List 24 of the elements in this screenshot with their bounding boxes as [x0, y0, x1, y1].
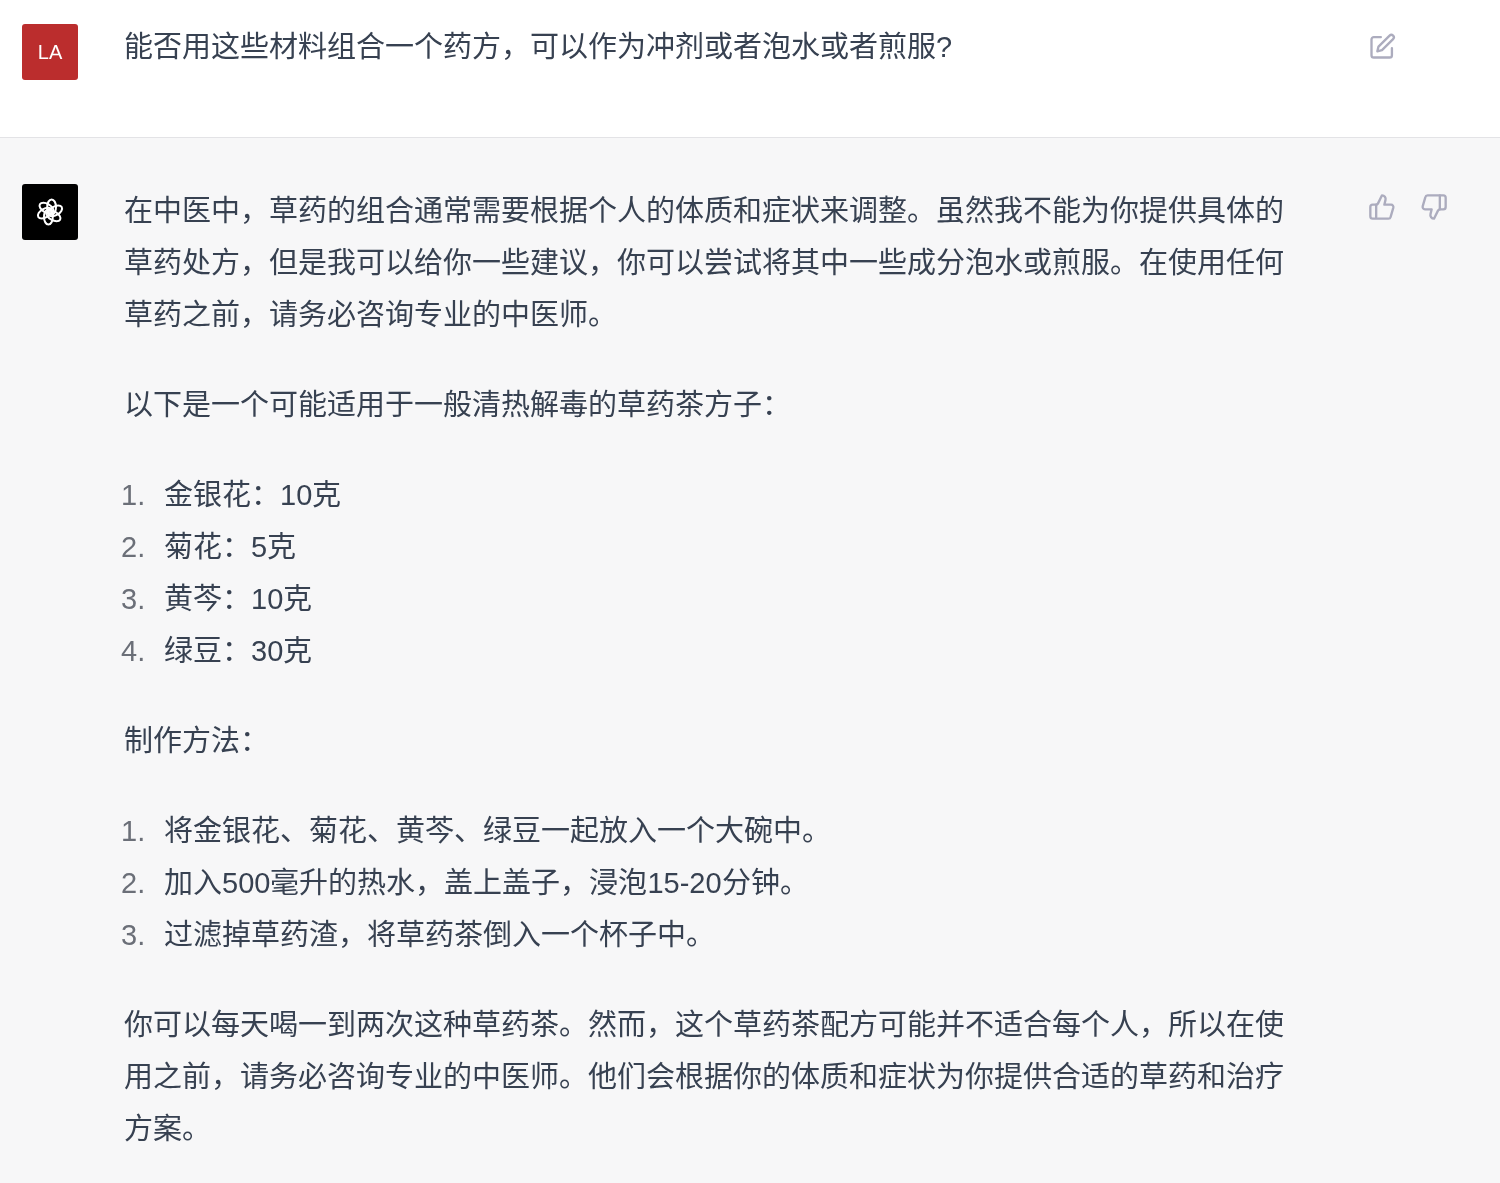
paragraph: 你可以每天喝一到两次这种草药茶。然而，这个草药茶配方可能并不适合每个人，所以在使用之前，请务必咨询专业的中医师。他们会根据你的体质和症状为你提供合适的草药和治疗方案。 — [124, 1008, 1285, 1147]
paragraph: 以下是一个可能适用于一般清热解毒的草药茶方子： — [124, 388, 792, 423]
edit-icon[interactable] — [1368, 33, 1396, 61]
user-avatar: LA — [22, 24, 78, 80]
list-number: 3. — [121, 918, 147, 953]
list-number: 2. — [121, 866, 147, 901]
thumbs-up-icon[interactable] — [1368, 193, 1396, 221]
list-item-text: 金银花：10克 — [164, 478, 342, 513]
list-item-text: 加入500毫升的热水，盖上盖子，浸泡15-20分钟。 — [164, 866, 809, 901]
list-item-text: 将金银花、菊花、黄芩、绿豆一起放入一个大碗中。 — [164, 814, 831, 849]
list-number: 1. — [121, 478, 147, 513]
list-number: 3. — [121, 582, 147, 617]
list-item-text: 绿豆：30克 — [164, 634, 313, 669]
list-item-text: 菊花：5克 — [164, 530, 297, 565]
list-item-text: 黄芩：10克 — [164, 582, 313, 617]
paragraph: 在中医中，草药的组合通常需要根据个人的体质和症状来调整。虽然我不能为你提供具体的草药处方，但是我可以给你一些建议，你可以尝试将其中一些成分泡水或煎服。在使用任何草药之前，请务必咨询专业的中医师。 — [124, 194, 1285, 333]
list-item-text: 过滤掉草药渣，将草药茶倒入一个杯子中。 — [164, 918, 715, 953]
list-number: 1. — [121, 814, 147, 849]
list-number: 4. — [121, 634, 147, 669]
list-number: 2. — [121, 530, 147, 565]
flower-logo-icon — [22, 184, 78, 240]
thumbs-down-icon[interactable] — [1420, 193, 1448, 221]
paragraph: 制作方法： — [124, 724, 270, 759]
user-message-text: 能否用这些材料组合一个药方，可以作为冲剂或者泡水或者煎服? — [124, 30, 954, 65]
